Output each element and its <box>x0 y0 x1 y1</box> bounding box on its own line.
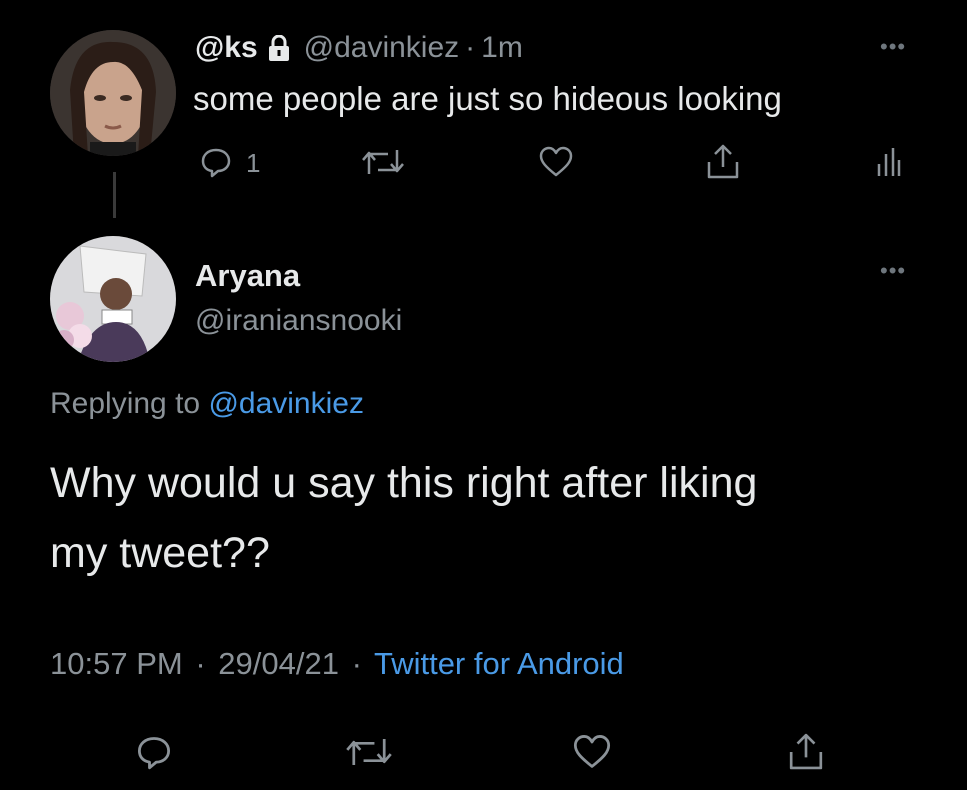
like-icon[interactable] <box>538 146 574 178</box>
parent-separator: · <box>465 31 476 64</box>
reply-text-line-1: Why would u say this right after liking <box>50 459 758 507</box>
reply-action-share-icon[interactable] <box>788 730 824 772</box>
meta-dot-2: · <box>351 646 362 681</box>
parent-timestamp[interactable]: 1m <box>481 31 523 65</box>
reply-handle[interactable]: @iraniansnooki <box>195 304 402 338</box>
reply-tweet-text: Why would u say this right after liking … <box>50 448 757 588</box>
parent-more-icon[interactable]: ••• <box>880 36 906 58</box>
reply-action-retweet-icon[interactable] <box>344 734 394 770</box>
parent-header: @ks @davinkiez · 1m <box>195 28 523 68</box>
replying-to: Replying to @davinkiez <box>50 387 364 421</box>
retweet-icon[interactable] <box>360 146 406 178</box>
avatar-aryana[interactable] <box>50 236 176 362</box>
avatar-ks[interactable] <box>50 30 176 156</box>
reply-icon[interactable] <box>200 146 232 178</box>
meta-dot-1: · <box>195 646 206 681</box>
parent-reply-count: 1 <box>246 148 261 178</box>
reply-action-reply-icon[interactable] <box>136 734 172 770</box>
tweet-date: 29/04/21 <box>218 646 339 681</box>
lock-icon <box>268 35 290 61</box>
share-icon[interactable] <box>706 142 740 180</box>
reply-display-name[interactable]: Aryana <box>195 258 300 294</box>
parent-handle[interactable]: @davinkiez <box>304 31 460 65</box>
reply-text-line-2: my tweet?? <box>50 529 270 577</box>
reply-more-icon[interactable]: ••• <box>880 260 906 282</box>
tweet-time: 10:57 PM <box>50 646 183 681</box>
parent-display-name[interactable]: @ks <box>195 31 258 65</box>
replying-to-handle[interactable]: @davinkiez <box>208 387 364 420</box>
replying-to-label: Replying to <box>50 387 201 420</box>
tweet-source[interactable]: Twitter for Android <box>374 646 624 681</box>
parent-tweet-text: some people are just so hideous looking <box>193 80 782 117</box>
tweet-meta: 10:57 PM · 29/04/21 · Twitter for Androi… <box>50 646 624 682</box>
reply-action-like-icon[interactable] <box>572 734 612 770</box>
analytics-icon[interactable] <box>876 146 902 178</box>
thread-line <box>113 172 116 218</box>
